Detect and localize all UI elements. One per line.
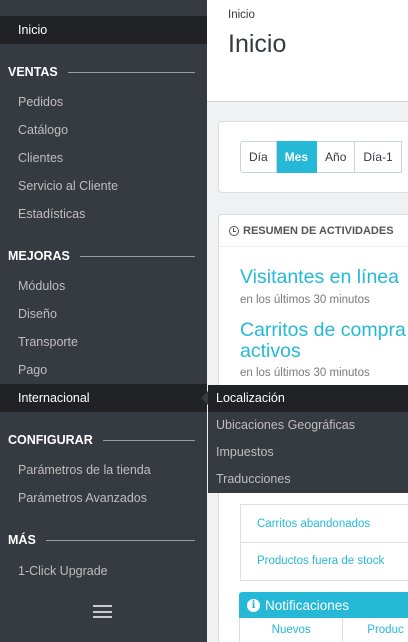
date-range-buttons: Día Mes Año Día-1 xyxy=(240,141,402,173)
divider xyxy=(102,439,195,441)
sidebar-item-internacional[interactable]: Internacional xyxy=(0,384,207,412)
page-header: Inicio Inicio xyxy=(207,0,408,102)
sidebar-item-inicio[interactable]: Inicio xyxy=(0,16,207,44)
sidebar-section-ventas: VENTAS xyxy=(0,62,207,82)
sidebar-item-catalogo[interactable]: Catálogo xyxy=(0,116,207,144)
notifications-header: i Notificaciones xyxy=(239,592,408,618)
tab-new-orders[interactable]: Nuevos xyxy=(240,618,344,642)
submenu-item-traducciones[interactable]: Traducciones xyxy=(208,466,408,493)
sidebar-item-parametros-avanzados[interactable]: Parámetros Avanzados xyxy=(0,484,207,512)
divider xyxy=(45,539,195,541)
active-carts-title[interactable]: Carritos de compra xyxy=(240,320,406,341)
month-button[interactable]: Mes xyxy=(276,141,318,173)
submenu-item-impuestos[interactable]: Impuestos xyxy=(208,439,408,466)
clock-icon xyxy=(229,225,239,236)
sidebar-item-estadisticas[interactable]: Estadísticas xyxy=(0,200,207,228)
sidebar-section-title: MÁS xyxy=(8,533,36,547)
sidebar-item-pedidos[interactable]: Pedidos xyxy=(0,88,207,116)
notifications-panel: i Notificaciones Nuevos Produc xyxy=(239,592,408,642)
divider xyxy=(67,71,195,73)
sidebar-section-title: CONFIGURAR xyxy=(8,433,93,447)
sidebar-item-transporte[interactable]: Transporte xyxy=(0,328,207,356)
info-icon: i xyxy=(247,598,260,612)
tab-products[interactable]: Produc xyxy=(343,618,408,642)
submenu-item-localizacion[interactable]: Localización xyxy=(208,385,408,412)
sidebar-item-modulos[interactable]: Módulos xyxy=(0,272,207,300)
sidebar-item-pago[interactable]: Pago xyxy=(0,356,207,384)
sidebar-section-mas: MÁS xyxy=(0,530,207,550)
online-visitors-subtitle: en los últimos 30 minutos xyxy=(240,294,370,306)
page-title: Inicio xyxy=(228,30,287,58)
sidebar-item-diseno[interactable]: Diseño xyxy=(0,300,207,328)
sidebar-item-parametros-tienda[interactable]: Parámetros de la tienda xyxy=(0,456,207,484)
year-button[interactable]: Año xyxy=(317,141,356,173)
submenu-item-ubicaciones-geograficas[interactable]: Ubicaciones Geográficas xyxy=(208,412,408,439)
panel-heading-title: RESUMEN DE ACTIVIDADES xyxy=(243,224,394,237)
sidebar-item-clientes[interactable]: Clientes xyxy=(0,144,207,172)
breadcrumb[interactable]: Inicio xyxy=(228,9,255,21)
notifications-tabs: Nuevos Produc xyxy=(239,618,408,642)
active-carts-subtitle: en los últimos 30 minutos xyxy=(240,367,370,379)
sidebar-item-servicio-cliente[interactable]: Servicio al Cliente xyxy=(0,172,207,200)
day-button[interactable]: Día xyxy=(240,141,277,173)
abandoned-carts-link[interactable]: Carritos abandonados xyxy=(240,504,408,543)
flyout-pointer xyxy=(201,391,208,405)
online-visitors-title[interactable]: Visitantes en línea xyxy=(240,267,399,288)
sidebar-section-configurar: CONFIGURAR xyxy=(0,430,207,450)
previous-day-button[interactable]: Día-1 xyxy=(355,141,402,173)
sidebar-section-mejoras: MEJORAS xyxy=(0,246,207,266)
panel-heading: RESUMEN DE ACTIVIDADES xyxy=(219,215,408,247)
sidebar-section-title: MEJORAS xyxy=(8,249,70,263)
sidebar: Inicio VENTAS Pedidos Catálogo Clientes … xyxy=(0,0,207,642)
notifications-title: Notificaciones xyxy=(265,597,350,613)
divider xyxy=(79,255,195,257)
active-carts-title-line2[interactable]: activos xyxy=(240,341,301,362)
hamburger-icon[interactable] xyxy=(93,605,112,618)
internacional-submenu: Localización Ubicaciones Geográficas Imp… xyxy=(208,385,408,493)
sidebar-section-title: VENTAS xyxy=(8,65,58,79)
sidebar-item-1-click-upgrade[interactable]: 1-Click Upgrade xyxy=(0,557,207,585)
date-filter-panel: Día Mes Año Día-1 xyxy=(218,121,408,193)
out-of-stock-link[interactable]: Productos fuera de stock xyxy=(240,542,408,581)
